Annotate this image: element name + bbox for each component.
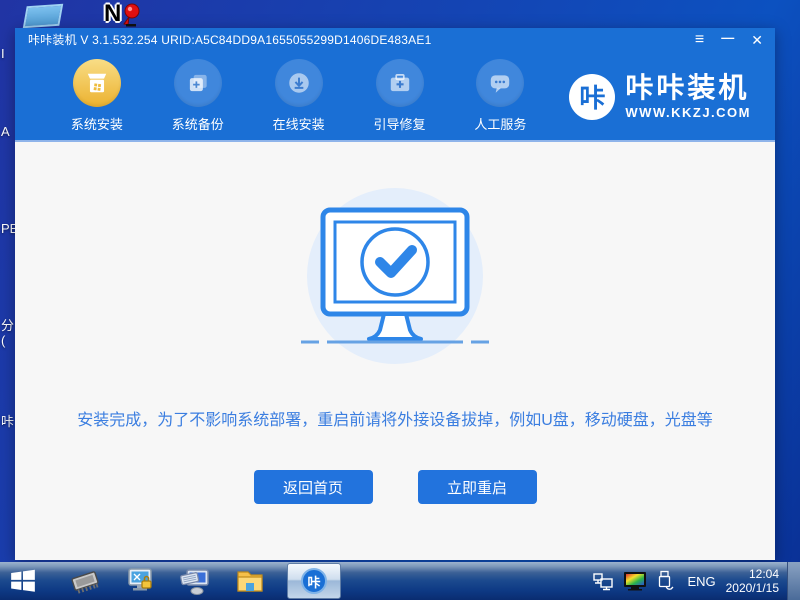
windows-logo-icon: [9, 567, 37, 595]
nav-item-support[interactable]: 人工服务: [469, 51, 533, 140]
action-buttons: 返回首页 立即重启: [254, 470, 537, 504]
taskbar-clock[interactable]: 12:04 2020/1/15: [726, 567, 779, 595]
return-home-button[interactable]: 返回首页: [254, 470, 373, 504]
usb-safely-remove-icon[interactable]: [656, 570, 674, 592]
restart-now-button[interactable]: 立即重启: [418, 470, 537, 504]
system-tray: ENG 12:04 2020/1/15: [592, 562, 800, 600]
show-desktop-button[interactable]: [787, 562, 800, 600]
title-bar: 咔咔装机 V 3.1.532.254 URID:A5C84DD9A1655055…: [15, 28, 775, 51]
monitor-checkmark-illustration: [307, 188, 483, 364]
folder-icon[interactable]: [234, 565, 266, 597]
taskbar: 咔: [0, 562, 800, 600]
main-content: 安装完成，为了不影响系统部署，重启前请将外接设备拔掉，例如U盘，移动硬盘，光盘等…: [15, 140, 775, 560]
start-button[interactable]: [0, 562, 46, 600]
support-chat-icon: [476, 59, 524, 107]
desktop-icon-label-fragment: A: [1, 124, 10, 139]
nav-item-label: 在线安装: [273, 114, 325, 133]
boot-repair-icon: [376, 59, 424, 107]
desktop-icon-label-fragment: I: [1, 46, 5, 61]
brand-name: 咔咔装机: [625, 74, 751, 102]
clock-date: 2020/1/15: [726, 581, 779, 595]
desktop-icon-label-fragment: 分 (: [1, 318, 14, 348]
online-download-icon: [275, 59, 323, 107]
completion-message: 安装完成，为了不影响系统部署，重启前请将外接设备拔掉，例如U盘，移动硬盘，光盘等: [77, 406, 713, 430]
nav-item-label: 系统备份: [172, 114, 224, 133]
nav-item-label: 引导修复: [374, 114, 426, 133]
clock-time: 12:04: [726, 567, 779, 581]
red-key-icon: [120, 3, 142, 27]
nav-item-system-backup[interactable]: 系统备份: [166, 51, 230, 140]
kaka-app-icon: 咔: [301, 568, 327, 594]
window-title: 咔咔装机 V 3.1.532.254 URID:A5C84DD9A1655055…: [28, 31, 678, 48]
kaka-logo-icon: 咔: [569, 74, 615, 120]
nav-item-boot-repair[interactable]: 引导修复: [368, 51, 432, 140]
taskbar-kaka-app-button[interactable]: 咔: [287, 563, 341, 599]
computer-lock-icon[interactable]: [124, 565, 156, 597]
display-color-icon[interactable]: [623, 571, 647, 591]
memory-chip-icon[interactable]: [69, 565, 101, 597]
installer-window: 咔咔装机 V 3.1.532.254 URID:A5C84DD9A1655055…: [15, 28, 775, 560]
minimize-icon[interactable]: —: [721, 31, 734, 44]
nav-item-label: 系统安装: [71, 114, 123, 133]
nav-item-system-install[interactable]: 系统安装: [65, 51, 129, 140]
brand-logo: 咔 咔咔装机 WWW.KKZJ.COM: [569, 51, 751, 140]
close-icon[interactable]: ✕: [751, 33, 763, 47]
brand-website: WWW.KKZJ.COM: [625, 105, 751, 120]
backup-icon: [174, 59, 222, 107]
nav-bar: 系统安装 系统备份 在线安装: [15, 51, 775, 140]
desktop-screen-icon[interactable]: [23, 4, 63, 28]
install-box-icon: [73, 59, 121, 107]
network-status-icon[interactable]: [592, 571, 614, 591]
desktop-shortcut-n-icon[interactable]: N: [104, 1, 144, 28]
nav-item-label: 人工服务: [474, 114, 526, 133]
computer-keyboard-icon[interactable]: [179, 565, 211, 597]
nav-item-online-install[interactable]: 在线安装: [267, 51, 331, 140]
desktop-icon-label-fragment: 咔: [1, 414, 14, 429]
language-indicator[interactable]: ENG: [687, 574, 715, 589]
menu-icon[interactable]: ≡: [695, 32, 704, 48]
